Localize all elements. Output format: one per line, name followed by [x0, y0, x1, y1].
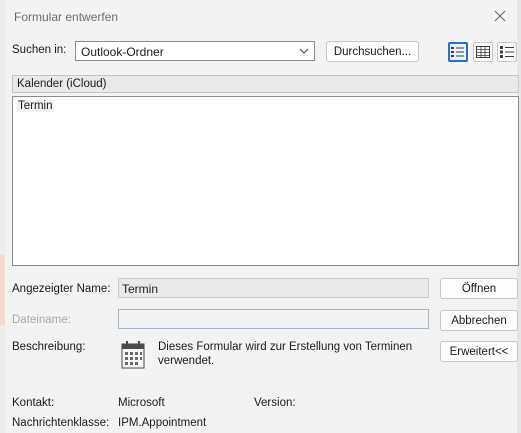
- display-name-value: Termin: [122, 282, 159, 296]
- folder-header: Kalender (iCloud): [12, 75, 519, 93]
- filename-label: Dateiname:: [12, 314, 71, 326]
- choose-form-dialog: Formular entwerfen Suchen in: Outlook-Or…: [5, 0, 519, 433]
- contact-label: Kontakt:: [12, 397, 55, 409]
- message-class-value: IPM.Appointment: [118, 417, 207, 429]
- search-in-label: Suchen in:: [12, 44, 67, 56]
- message-class-label: Nachrichtenklasse:: [12, 417, 110, 429]
- display-name-label: Angezeigter Name:: [12, 283, 111, 295]
- close-button[interactable]: [491, 7, 509, 25]
- description-text: Dieses Formular wird zur Erstellung von …: [158, 341, 413, 367]
- view-details-button[interactable]: [497, 42, 517, 62]
- dialog-title: Formular entwerfen: [14, 10, 119, 24]
- calendar-form-icon: [121, 341, 145, 369]
- large-icons-view-icon: [451, 47, 464, 57]
- folder-header-label: Kalender (iCloud): [17, 78, 107, 90]
- details-view-icon: [500, 46, 514, 58]
- view-large-icons-button[interactable]: [448, 42, 468, 62]
- contact-value: Microsoft: [118, 397, 165, 409]
- close-icon: [494, 10, 506, 22]
- form-list[interactable]: Termin: [12, 96, 519, 266]
- filename-field: [118, 309, 429, 329]
- advanced-button[interactable]: Erweitert<<: [440, 341, 518, 362]
- display-name-field: Termin: [118, 278, 429, 298]
- browse-button[interactable]: Durchsuchen...: [326, 41, 419, 62]
- description-label: Beschreibung:: [12, 341, 86, 353]
- search-location-dropdown[interactable]: Outlook-Ordner: [75, 41, 315, 61]
- list-item[interactable]: Termin: [17, 100, 54, 112]
- version-label: Version:: [254, 397, 296, 409]
- chevron-down-icon: [296, 43, 312, 59]
- search-location-value: Outlook-Ordner: [81, 45, 164, 59]
- cancel-button[interactable]: Abbrechen: [440, 310, 518, 331]
- small-icons-view-icon: [476, 46, 490, 58]
- open-button[interactable]: Öffnen: [440, 278, 518, 299]
- view-small-icons-button[interactable]: [473, 42, 493, 62]
